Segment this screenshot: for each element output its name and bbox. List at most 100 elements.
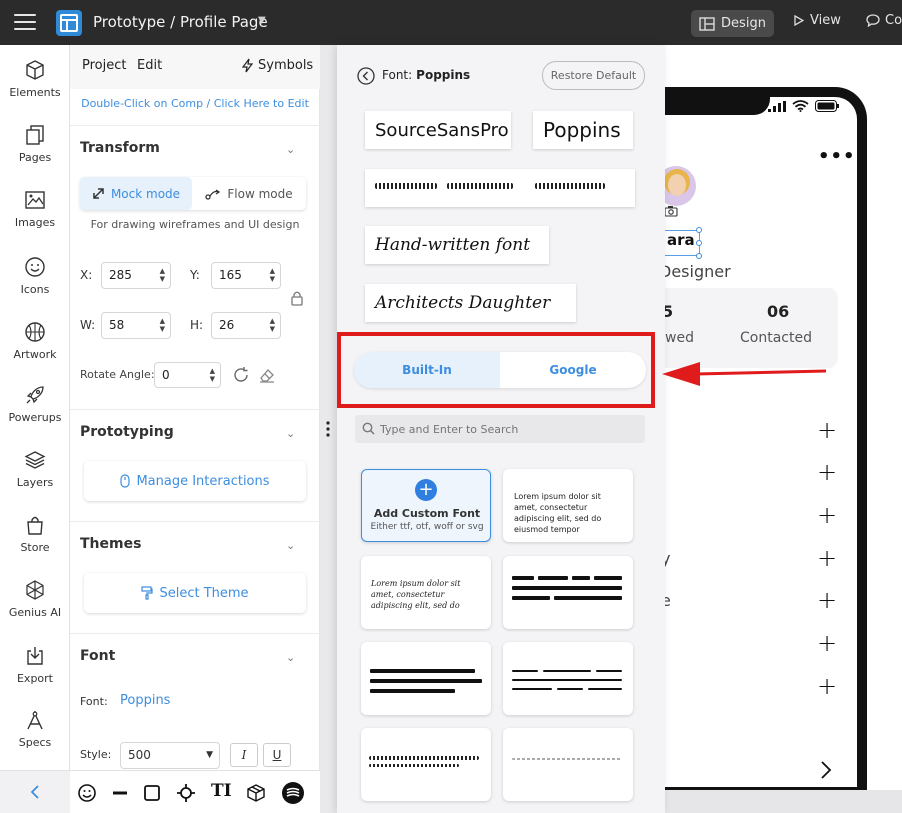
font-card[interactable]: [361, 642, 491, 715]
rail-item-pages[interactable]: Pages: [0, 124, 70, 164]
hamburger-menu-icon[interactable]: [14, 14, 36, 31]
collapse-panel-button[interactable]: [0, 770, 70, 813]
font-card[interactable]: Lorem ipsum dolor sit amet, consectetur …: [503, 469, 633, 542]
height-input[interactable]: 26 ▲ ▼: [211, 312, 281, 339]
back-arrow-icon[interactable]: [357, 67, 375, 85]
plus-icon[interactable]: +: [817, 418, 837, 442]
font-sample-poppins[interactable]: Poppins: [533, 111, 633, 149]
tab-project[interactable]: Project: [82, 58, 126, 73]
brand-logo-icon[interactable]: [281, 781, 305, 805]
restore-default-button[interactable]: Restore Default: [542, 61, 645, 90]
font-search: [355, 415, 645, 443]
font-sample-handwritten[interactable]: Hand-written font: [365, 226, 549, 264]
tab-built-in[interactable]: Built-In: [354, 352, 500, 388]
resize-handle[interactable]: [696, 227, 702, 233]
project-title[interactable]: Prototype / Profile Page: [93, 13, 268, 31]
italic-button[interactable]: I: [230, 743, 258, 767]
chevron-down-icon[interactable]: ⌄: [286, 539, 295, 552]
stepper-icon[interactable]: ▲ ▼: [270, 267, 275, 283]
bag-icon: [27, 516, 43, 535]
flow-mode-button[interactable]: Flow mode: [192, 177, 306, 210]
crosshair-icon[interactable]: [176, 783, 196, 803]
font-sample-sourcesanspro[interactable]: SourceSansPro: [365, 111, 511, 149]
font-style-select[interactable]: 500 ▼: [120, 742, 220, 769]
rail-item-artwork[interactable]: Artwork: [0, 321, 70, 361]
signal-icon: [768, 100, 786, 112]
mode-hint: For drawing wireframes and UI design: [90, 218, 300, 231]
plus-icon[interactable]: +: [817, 503, 837, 527]
resize-handle[interactable]: [696, 240, 702, 246]
transform-heading: Transform: [80, 140, 160, 156]
comments-button[interactable]: Co: [866, 13, 902, 28]
font-sample-architects-daughter[interactable]: Architects Daughter: [365, 284, 576, 322]
line-icon[interactable]: [110, 783, 130, 803]
rail-item-powerups[interactable]: Powerups: [0, 384, 70, 424]
rail-item-store[interactable]: Store: [0, 514, 70, 554]
divider: [70, 521, 320, 522]
more-options-icon[interactable]: •••: [818, 146, 856, 167]
rail-item-icons[interactable]: Icons: [0, 256, 70, 296]
rail-item-export[interactable]: Export: [0, 645, 70, 685]
component-box-icon[interactable]: [246, 783, 266, 803]
canvas-scrollbar[interactable]: [665, 790, 902, 813]
tab-symbols[interactable]: Symbols: [242, 58, 313, 73]
emoji-icon[interactable]: [77, 783, 97, 803]
font-card[interactable]: Lorem ipsum dolor sit amet, consectetur …: [361, 556, 491, 629]
stepper-icon[interactable]: ▲ ▼: [210, 367, 215, 383]
script-scribble: [369, 756, 479, 760]
x-input[interactable]: 285 ▲ ▼: [101, 262, 171, 289]
text-tool-icon[interactable]: TI: [211, 781, 235, 801]
select-theme-button[interactable]: Select Theme: [84, 573, 306, 613]
font-preview-text: Lorem ipsum dolor sit amet, consectetur …: [371, 579, 461, 610]
plus-icon[interactable]: +: [817, 546, 837, 570]
rail-item-elements[interactable]: Elements: [0, 59, 70, 99]
width-input[interactable]: 58 ▲ ▼: [101, 312, 171, 339]
kebab-menu-icon[interactable]: [325, 421, 331, 437]
stepper-icon[interactable]: ▲ ▼: [160, 317, 165, 333]
caret-down-icon: ▼: [206, 750, 213, 760]
rail-item-layers[interactable]: Layers: [0, 449, 70, 489]
stepper-icon[interactable]: ▲ ▼: [270, 317, 275, 333]
stepper-icon[interactable]: ▲ ▼: [160, 267, 165, 283]
font-preview-text: Lorem ipsum dolor sit amet, consectetur …: [514, 492, 602, 534]
rotate-angle-input[interactable]: 0 ▲ ▼: [154, 362, 221, 388]
rotate-icon[interactable]: [232, 366, 250, 384]
tab-edit[interactable]: Edit: [137, 58, 162, 73]
manage-interactions-button[interactable]: Manage Interactions: [84, 461, 306, 501]
select-theme-label: Select Theme: [159, 585, 249, 601]
rail-item-specs[interactable]: Specs: [0, 709, 70, 749]
tab-google[interactable]: Google: [500, 352, 646, 388]
font-card[interactable]: [361, 728, 491, 801]
add-custom-font-card[interactable]: + Add Custom Font Either ttf, otf, woff …: [361, 469, 491, 542]
edit-hint-link[interactable]: Double-Click on Comp / Click Here to Edi…: [70, 97, 320, 110]
plus-icon[interactable]: +: [817, 460, 837, 484]
font-picker-link[interactable]: Poppins: [120, 693, 170, 708]
lock-icon[interactable]: [290, 290, 304, 306]
chevron-down-icon[interactable]: ⌄: [286, 143, 295, 156]
design-mode-button[interactable]: Design: [691, 10, 774, 37]
camera-icon[interactable]: [664, 205, 678, 217]
chevron-right-icon[interactable]: [819, 760, 833, 780]
font-sample-script[interactable]: [365, 169, 635, 207]
font-card[interactable]: [503, 642, 633, 715]
plus-icon[interactable]: +: [817, 588, 837, 612]
rail-item-images[interactable]: Images: [0, 189, 70, 229]
stat-followed-label: wed: [665, 330, 694, 346]
chevron-down-icon[interactable]: ▼: [258, 15, 266, 26]
eraser-icon[interactable]: [258, 366, 276, 384]
y-input[interactable]: 165 ▲ ▼: [211, 262, 281, 289]
plus-icon[interactable]: +: [817, 674, 837, 698]
chevron-down-icon[interactable]: ⌄: [286, 651, 295, 664]
mock-mode-button[interactable]: Mock mode: [80, 177, 192, 210]
underline-button[interactable]: U: [263, 743, 291, 767]
font-card[interactable]: [503, 556, 633, 629]
view-button[interactable]: View: [794, 13, 841, 28]
font-search-input[interactable]: [380, 415, 640, 443]
rectangle-icon[interactable]: [142, 783, 162, 803]
chevron-down-icon[interactable]: ⌄: [286, 427, 295, 440]
font-card[interactable]: [503, 728, 633, 801]
rail-item-genius-ai[interactable]: Genius AI: [0, 579, 70, 619]
preview-bar: [596, 670, 622, 672]
plus-icon[interactable]: +: [817, 631, 837, 655]
resize-handle[interactable]: [696, 253, 702, 259]
